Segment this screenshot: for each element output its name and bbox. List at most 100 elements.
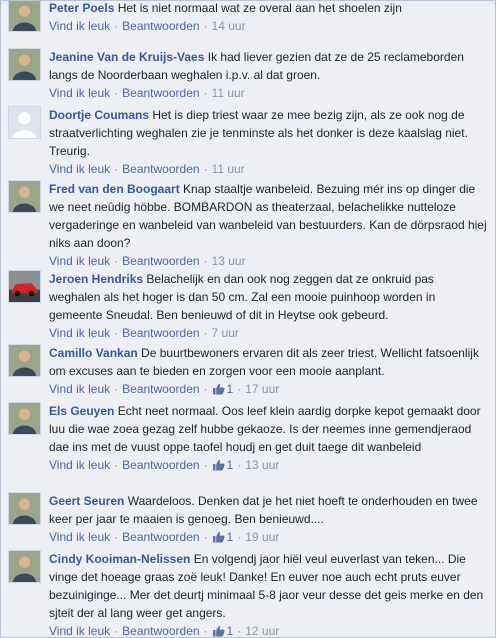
separator-dot: · <box>114 162 119 176</box>
reply-link[interactable]: Beantwoorden <box>122 19 199 33</box>
comment-author-link[interactable]: Doortje Coumans <box>49 108 149 122</box>
like-link[interactable]: Vind ik leuk <box>49 326 110 340</box>
comment-timestamp[interactable]: 17 uur <box>245 382 279 396</box>
person-photo-icon <box>9 181 40 212</box>
avatar[interactable] <box>8 550 41 583</box>
avatar[interactable] <box>8 180 41 213</box>
comment-author-link[interactable]: Peter Poels <box>49 1 114 15</box>
comment-actions: Vind ik leuk · Beantwoorden · 1 · 17 uur <box>49 380 487 398</box>
separator-dot: · <box>203 530 208 544</box>
like-count[interactable]: 1 <box>212 530 233 544</box>
comment-text: Echt neet normaal. Oos leef klein aardig… <box>49 404 481 454</box>
reply-link[interactable]: Beantwoorden <box>122 382 199 396</box>
separator-dot: · <box>237 458 242 472</box>
comment-timestamp[interactable]: 12 uur <box>245 624 279 637</box>
comment-author-link[interactable]: Jeanine Van de Kruijs-Vaes <box>49 50 204 64</box>
comment-timestamp[interactable]: 13 uur <box>212 254 246 268</box>
separator-dot: · <box>203 458 208 472</box>
avatar[interactable] <box>8 106 41 139</box>
comment-author-link[interactable]: Geert Seuren <box>49 494 124 508</box>
thumbs-up-icon <box>212 625 225 637</box>
comment-author-link[interactable]: Jeroen Hendriks <box>49 272 143 286</box>
comment-actions: Vind ik leuk · Beantwoorden · 1 · 13 uur <box>49 456 487 474</box>
comment-body: Peter Poels Het is niet normaal wat ze o… <box>49 1 487 35</box>
like-link[interactable]: Vind ik leuk <box>49 254 110 268</box>
comment-text-block: Fred van den Boogaart Knap staaltje wanb… <box>49 180 487 252</box>
thumbs-up-icon <box>212 383 225 395</box>
comment-thread: Peter Poels Het is niet normaal wat ze o… <box>0 0 496 638</box>
like-link[interactable]: Vind ik leuk <box>49 458 110 472</box>
reply-link[interactable]: Beantwoorden <box>122 162 199 176</box>
comment-timestamp[interactable]: 14 uur <box>212 19 246 33</box>
like-count[interactable]: 1 <box>212 624 233 637</box>
separator-dot: · <box>237 382 242 396</box>
comment-text-block: Camillo Vankan De buurtbewoners ervaren … <box>49 344 487 380</box>
reply-link[interactable]: Beantwoorden <box>122 86 199 100</box>
person-photo-icon <box>9 493 40 524</box>
person-photo-icon <box>9 345 40 376</box>
reply-link[interactable]: Beantwoorden <box>122 530 199 544</box>
like-count[interactable]: 1 <box>212 382 233 396</box>
separator-dot: · <box>114 624 119 638</box>
avatar[interactable] <box>8 344 41 377</box>
like-link[interactable]: Vind ik leuk <box>49 162 110 176</box>
comment-body: Els Geuyen Echt neet normaal. Oos leef k… <box>49 402 487 474</box>
comment-actions: Vind ik leuk · Beantwoorden · 1 · 19 uur <box>49 528 487 546</box>
avatar[interactable] <box>8 492 41 525</box>
separator-dot: · <box>114 254 119 268</box>
reply-link[interactable]: Beantwoorden <box>122 326 199 340</box>
separator-dot: · <box>237 530 242 544</box>
like-count[interactable]: 1 <box>212 458 233 472</box>
like-link[interactable]: Vind ik leuk <box>49 530 110 544</box>
like-link[interactable]: Vind ik leuk <box>49 19 110 33</box>
separator-dot: · <box>114 530 119 544</box>
comment-author-link[interactable]: Fred van den Boogaart <box>49 182 180 196</box>
separator-dot: · <box>114 86 119 100</box>
like-link[interactable]: Vind ik leuk <box>49 86 110 100</box>
default-avatar-icon <box>9 107 40 138</box>
comment-actions: Vind ik leuk · Beantwoorden · 14 uur <box>49 17 487 35</box>
comment-timestamp[interactable]: 13 uur <box>245 458 279 472</box>
comment-body: Cindy Kooiman-Nelissen En volgendj jaor … <box>49 550 487 638</box>
comment-author-link[interactable]: Els Geuyen <box>49 404 114 418</box>
comment-author-link[interactable]: Camillo Vankan <box>49 346 138 360</box>
comment-timestamp[interactable]: 7 uur <box>212 326 239 340</box>
person-photo-icon <box>9 403 40 434</box>
comment-body: Camillo Vankan De buurtbewoners ervaren … <box>49 344 487 398</box>
avatar[interactable] <box>8 1 41 32</box>
comment-body: Geert Seuren Waardeloos. Denken dat je h… <box>49 492 487 546</box>
person-photo-icon <box>9 1 40 31</box>
comment-timestamp[interactable]: 11 uur <box>212 86 245 100</box>
separator-dot: · <box>203 19 208 33</box>
avatar[interactable] <box>8 48 41 81</box>
reply-link[interactable]: Beantwoorden <box>122 458 199 472</box>
separator-dot: · <box>203 382 208 396</box>
separator-dot: · <box>203 326 208 340</box>
comment-text-block: Cindy Kooiman-Nelissen En volgendj jaor … <box>49 550 487 622</box>
comment-body: Fred van den Boogaart Knap staaltje wanb… <box>49 180 487 270</box>
reply-link[interactable]: Beantwoorden <box>122 254 199 268</box>
avatar[interactable] <box>8 270 41 303</box>
comment-author-link[interactable]: Cindy Kooiman-Nelissen <box>49 552 190 566</box>
separator-dot: · <box>114 326 119 340</box>
separator-dot: · <box>114 382 119 396</box>
like-link[interactable]: Vind ik leuk <box>49 382 110 396</box>
comment-text-block: Geert Seuren Waardeloos. Denken dat je h… <box>49 492 487 528</box>
thumbs-up-icon <box>212 531 225 543</box>
separator-dot: · <box>114 19 119 33</box>
person-photo-icon <box>9 551 40 582</box>
separator-dot: · <box>237 624 242 638</box>
comment-timestamp[interactable]: 11 uur <box>212 162 245 176</box>
like-link[interactable]: Vind ik leuk <box>49 624 110 637</box>
comment-text-block: Els Geuyen Echt neet normaal. Oos leef k… <box>49 402 487 456</box>
comment-actions: Vind ik leuk · Beantwoorden · 13 uur <box>49 252 487 270</box>
comment-actions: Vind ik leuk · Beantwoorden · 7 uur <box>49 324 487 342</box>
separator-dot: · <box>203 162 208 176</box>
comment-body: Jeroen Hendriks Belachelijk en dan ook n… <box>49 270 487 342</box>
comment-body: Jeanine Van de Kruijs-Vaes Ik had liever… <box>49 48 487 102</box>
reply-link[interactable]: Beantwoorden <box>122 624 199 637</box>
separator-dot: · <box>203 86 208 100</box>
comment-actions: Vind ik leuk · Beantwoorden · 11 uur <box>49 84 487 102</box>
avatar[interactable] <box>8 402 41 435</box>
comment-timestamp[interactable]: 19 uur <box>245 530 279 544</box>
